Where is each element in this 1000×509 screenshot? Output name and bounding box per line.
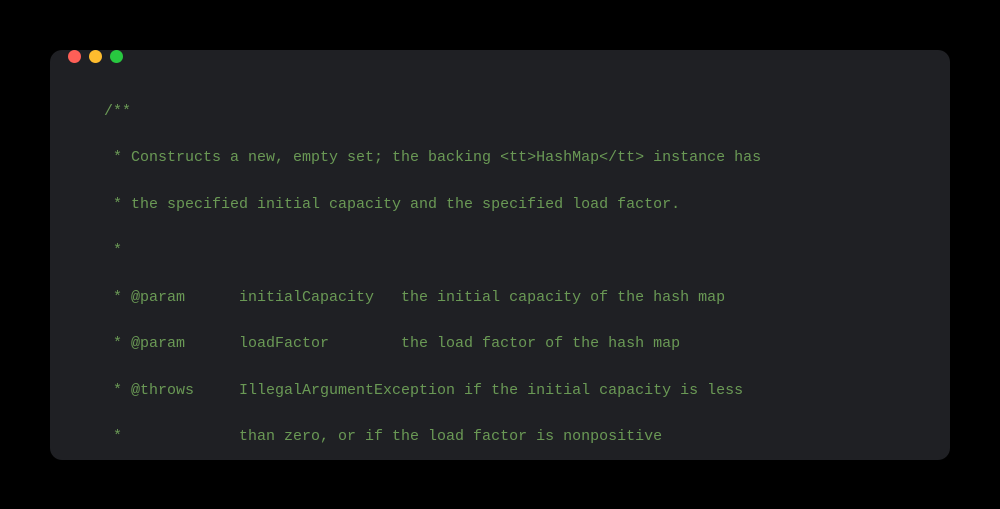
maximize-icon[interactable] bbox=[110, 50, 123, 63]
comment-line: * than zero, or if the load factor is no… bbox=[104, 425, 940, 448]
comment-line: * bbox=[104, 239, 940, 262]
comment-line: * @param initialCapacity the initial cap… bbox=[104, 286, 940, 309]
code-area: /** * Constructs a new, empty set; the b… bbox=[50, 63, 950, 460]
comment-line: * Constructs a new, empty set; the backi… bbox=[104, 146, 940, 169]
comment-line: * the specified initial capacity and the… bbox=[104, 193, 940, 216]
close-icon[interactable] bbox=[68, 50, 81, 63]
comment-line: * @param loadFactor the load factor of t… bbox=[104, 332, 940, 355]
code-window: /** * Constructs a new, empty set; the b… bbox=[50, 50, 950, 460]
comment-line: /** bbox=[104, 100, 940, 123]
window-titlebar bbox=[50, 50, 950, 63]
comment-line: * @throws IllegalArgumentException if th… bbox=[104, 379, 940, 402]
minimize-icon[interactable] bbox=[89, 50, 102, 63]
